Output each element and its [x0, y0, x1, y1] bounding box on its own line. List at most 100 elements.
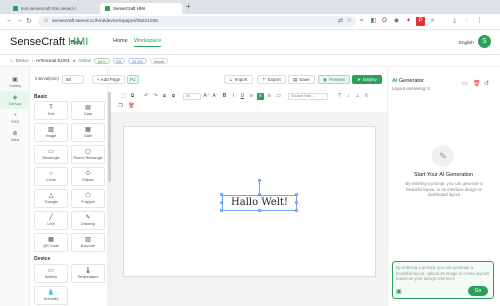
component-humidity[interactable]: 💧 Humidity: [34, 286, 68, 305]
rail-item-gallery[interactable]: ▣ Gallery: [0, 73, 30, 91]
component-circle[interactable]: ○ Circle: [34, 167, 68, 186]
component-label: Date: [83, 133, 93, 138]
rail-item-canvas[interactable]: ◈ Canvas: [0, 91, 30, 109]
extensions-puzzle-icon[interactable]: ✧: [428, 17, 437, 26]
font-size-select[interactable]: 20: [183, 93, 201, 100]
layer-down-icon[interactable]: ⧇: [170, 93, 177, 100]
component-image[interactable]: ▨ Image: [34, 123, 68, 142]
select-icon[interactable]: ⬚: [120, 93, 127, 100]
underline-icon[interactable]: U: [239, 93, 246, 100]
ai-send-button[interactable]: Go: [468, 286, 488, 296]
avatar[interactable]: S: [478, 35, 491, 48]
component-qr-code[interactable]: ▦ QR Code: [34, 233, 68, 252]
back-icon[interactable]: ←: [6, 17, 13, 24]
bookmark-star-icon[interactable]: ☆: [345, 17, 354, 26]
ai-title-text: Generator: [397, 78, 424, 84]
download-icon[interactable]: ⤓: [450, 17, 459, 26]
export-button[interactable]: ⇡ Export: [257, 75, 286, 84]
align-center-icon[interactable]: ≡: [257, 93, 264, 100]
browser-tab-2[interactable]: SenseCraft HMI: [100, 3, 182, 14]
delete-icon[interactable]: 🗑: [128, 103, 135, 110]
language-selector[interactable]: English: [459, 40, 474, 45]
resize-handle-sw[interactable]: [220, 209, 223, 212]
nav-home[interactable]: Home: [113, 38, 128, 44]
device-status: Online: [78, 58, 91, 63]
extension-icon[interactable]: ◉: [392, 17, 401, 26]
component-line[interactable]: ╱ Line: [34, 211, 68, 230]
share-icon[interactable]: ⋖: [357, 17, 366, 26]
resize-handle-n[interactable]: [258, 193, 261, 196]
resize-handle-nw[interactable]: [220, 193, 223, 196]
page-tab-p1[interactable]: P1: [127, 75, 139, 84]
nav-workspace[interactable]: Workspace: [134, 38, 162, 47]
layer-icon[interactable]: ⧈: [161, 93, 168, 100]
component-rectangle[interactable]: ▭ Rectangle: [34, 145, 68, 164]
component-ellipse[interactable]: ⬭ Ellipse: [71, 167, 105, 186]
resize-handle-se[interactable]: [295, 209, 298, 212]
browser-tab-1[interactable]: test-sensecraft-hmi.seeed.c: [8, 3, 98, 14]
copy-icon[interactable]: ⧉: [129, 93, 136, 100]
extension-icon[interactable]: ✦: [404, 17, 413, 26]
bold-icon[interactable]: B: [221, 93, 228, 100]
duplicate-icon[interactable]: ❐: [117, 103, 124, 110]
rail-item-rss[interactable]: ◔ RSS: [0, 109, 30, 127]
resize-handle-w[interactable]: [220, 201, 223, 204]
deploy-button[interactable]: ➤ Deploy: [352, 75, 382, 84]
home-icon[interactable]: ⌂: [10, 58, 13, 63]
component-label: Polygon: [81, 199, 95, 204]
component-data[interactable]: ▤ Data: [71, 101, 105, 120]
component-polygon[interactable]: ⬠ Polygon: [71, 189, 105, 208]
distribute-icon[interactable]: ⇳: [363, 93, 370, 100]
image-upload-icon[interactable]: ▣: [396, 288, 402, 295]
trash-icon[interactable]: 🗑: [473, 80, 481, 87]
import-label: Import: [234, 77, 248, 82]
undo-icon[interactable]: ↶: [143, 93, 150, 100]
resize-handle-s[interactable]: [258, 209, 261, 212]
resize-handle-ne[interactable]: [295, 193, 298, 196]
font-family-select[interactable]: Source Han ...: [288, 93, 328, 100]
import-icon: ⇣: [229, 76, 233, 82]
new-tab-button[interactable]: +: [186, 2, 191, 11]
history-icon[interactable]: ↺: [484, 80, 489, 87]
url-bar[interactable]: ⊙ sensecraft.seeed.cc/hmi/device/epaper/…: [38, 16, 356, 27]
pdf-icon[interactable]: P: [416, 17, 425, 26]
add-page-button[interactable]: + Add Page: [92, 75, 126, 84]
component-label: Data: [83, 111, 93, 116]
profile-icon[interactable]: ◌: [462, 17, 471, 26]
redo-icon[interactable]: ↷: [152, 93, 159, 100]
align-middle-icon[interactable]: ↕: [345, 93, 352, 100]
layout-remaining: Layout remaining: 5: [392, 86, 430, 91]
component-triangle[interactable]: △ Triangle: [34, 189, 68, 208]
translate-icon[interactable]: ⇄: [336, 17, 345, 26]
component-round-rectangle[interactable]: ▢ Round Rectangle: [71, 145, 105, 164]
component-text[interactable]: T Text: [34, 101, 68, 120]
rotate-handle[interactable]: [258, 179, 261, 182]
opera-icon[interactable]: O: [380, 17, 389, 26]
component-date[interactable]: ▦ Date: [71, 123, 105, 142]
component-drawing[interactable]: ✎ Drawing: [71, 211, 105, 230]
component-temperature[interactable]: 🌡 Temperature: [71, 264, 105, 283]
breadcrumb-device[interactable]: Device: [16, 58, 29, 63]
reload-icon[interactable]: ↻: [26, 17, 32, 25]
font-shrink-icon[interactable]: A⁻: [212, 93, 219, 100]
forward-icon[interactable]: →: [16, 17, 23, 24]
align-left-icon[interactable]: ≡: [248, 93, 255, 100]
font-grow-icon[interactable]: A⁺: [203, 93, 210, 100]
align-bottom-icon[interactable]: ⊥: [354, 93, 361, 100]
extension-icon[interactable]: ◧: [369, 17, 378, 26]
chat-icon[interactable]: ▭: [462, 80, 468, 87]
resize-handle-e[interactable]: [295, 201, 298, 204]
component-label: Rectangle: [42, 155, 60, 160]
menu-icon[interactable]: ⋮: [475, 17, 484, 26]
text-color-icon[interactable]: ▭: [275, 93, 282, 100]
preview-button[interactable]: ◉ Preview: [318, 75, 350, 84]
save-button[interactable]: ▤ Save: [288, 75, 315, 84]
rail-item-web[interactable]: ⊕ Web: [0, 127, 30, 145]
interval-input[interactable]: 60: [62, 75, 84, 84]
align-right-icon[interactable]: ≡: [266, 93, 273, 100]
align-top-icon[interactable]: ⊤: [336, 93, 343, 100]
import-button[interactable]: ⇣ Import: [224, 75, 253, 84]
component-barcode[interactable]: ▥ Barcode: [71, 233, 105, 252]
component-battery[interactable]: ▭ Battery: [34, 264, 68, 283]
italic-icon[interactable]: I: [230, 93, 237, 100]
